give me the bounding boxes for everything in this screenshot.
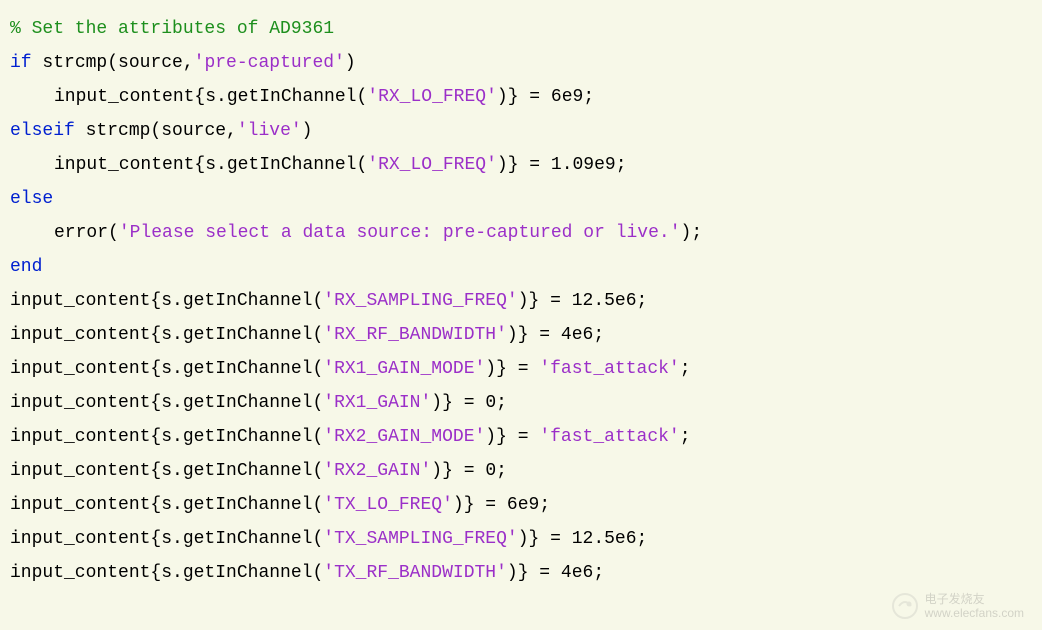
code-line-end: end <box>10 250 1032 284</box>
code-line-comment: % Set the attributes of AD9361 <box>10 12 1032 46</box>
keyword-end: end <box>10 257 42 277</box>
keyword-else: else <box>10 189 53 209</box>
code-line-else: else <box>10 182 1032 216</box>
code-line-assign: input_content{s.getInChannel('RX2_GAIN_M… <box>10 420 1032 454</box>
string-precaptured: 'pre-captured' <box>194 53 345 73</box>
watermark-line2: www.elecfans.com <box>925 606 1024 620</box>
error-msg: 'Please select a data source: pre-captur… <box>119 223 681 243</box>
code-line-if: if strcmp(source,'pre-captured') <box>10 46 1032 80</box>
watermark-logo-icon <box>891 592 919 620</box>
code-line-assign: input_content{s.getInChannel('TX_SAMPLIN… <box>10 522 1032 556</box>
keyword-elseif: elseif <box>10 121 75 141</box>
fn-error: error( <box>54 223 119 243</box>
watermark: 电子发烧友 www.elecfans.com <box>891 592 1024 620</box>
code-line-assign: input_content{s.getInChannel('RX_SAMPLIN… <box>10 284 1032 318</box>
keyword-if: if <box>10 53 32 73</box>
code-line-assign: input_content{s.getInChannel('RX1_GAIN_M… <box>10 352 1032 386</box>
code-line-assign: input_content{s.getInChannel('RX1_GAIN')… <box>10 386 1032 420</box>
code-line-assign: input_content{s.getInChannel('RX_LO_FREQ… <box>10 80 1032 114</box>
code-line-elseif: elseif strcmp(source,'live') <box>10 114 1032 148</box>
code-line-assign: input_content{s.getInChannel('RX_LO_FREQ… <box>10 148 1032 182</box>
code-line-assign: input_content{s.getInChannel('RX2_GAIN')… <box>10 454 1032 488</box>
fn-strcmp: strcmp(source, <box>42 53 193 73</box>
code-line-assign: input_content{s.getInChannel('TX_LO_FREQ… <box>10 488 1032 522</box>
code-line-assign: input_content{s.getInChannel('TX_RF_BAND… <box>10 556 1032 590</box>
code-line-error: error('Please select a data source: pre-… <box>10 216 1032 250</box>
comment-text: % Set the attributes of AD9361 <box>10 19 334 39</box>
watermark-line1: 电子发烧友 <box>925 592 1024 606</box>
string-live: 'live' <box>237 121 302 141</box>
code-line-assign: input_content{s.getInChannel('RX_RF_BAND… <box>10 318 1032 352</box>
